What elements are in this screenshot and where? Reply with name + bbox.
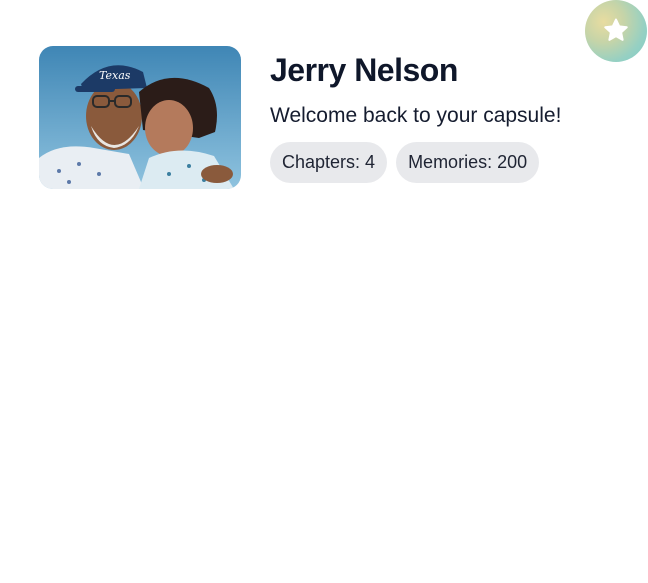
welcome-message: Welcome back to your capsule! [270, 104, 562, 127]
user-name: Jerry Nelson [270, 52, 458, 88]
favorite-button[interactable] [585, 0, 647, 62]
profile-photo[interactable]: Texas [39, 46, 241, 189]
star-icon [601, 16, 631, 46]
chapters-chip[interactable]: Chapters: 4 [270, 142, 388, 183]
profile-header: Texas Jerry Nelson Welcome back to your … [39, 46, 561, 189]
memories-chip[interactable]: Memories: 200 [396, 142, 540, 183]
stats-chips: Chapters: 4 Memories: 200 [270, 142, 561, 183]
svg-text:Texas: Texas [99, 69, 131, 82]
profile-info: Jerry Nelson Welcome back to your capsul… [270, 46, 561, 183]
